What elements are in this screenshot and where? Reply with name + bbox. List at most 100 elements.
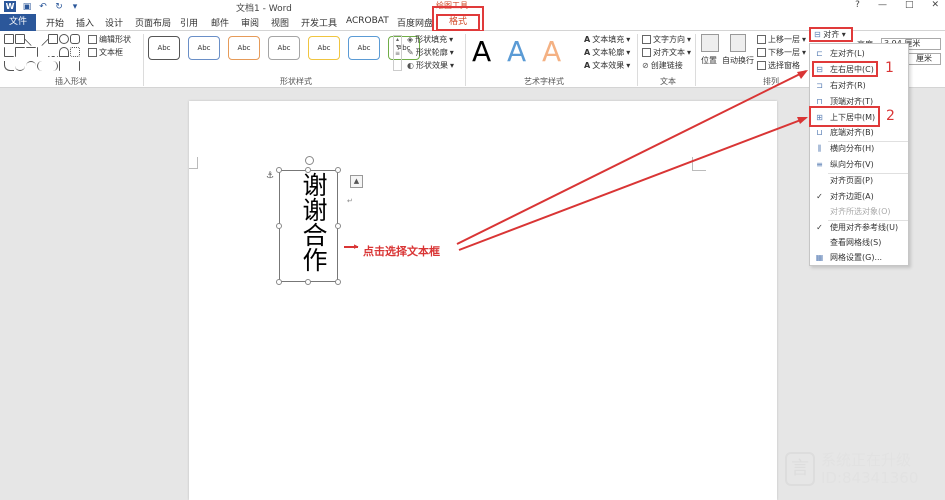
- align-right-icon: ⊐: [816, 81, 823, 90]
- save-icon[interactable]: ▣: [22, 2, 32, 12]
- shape-style-item[interactable]: Abc: [188, 36, 220, 60]
- resize-handle[interactable]: [276, 223, 282, 229]
- menu-item-distribute-vertical[interactable]: ≡ 纵向分布(V): [810, 157, 910, 172]
- triangle-shape-icon[interactable]: [4, 47, 14, 58]
- menu-item-align-to-page[interactable]: 对齐页面(P): [810, 173, 910, 188]
- redo-icon[interactable]: ↻: [54, 2, 64, 12]
- tab-insert[interactable]: 插入: [76, 16, 94, 29]
- arc-shape-icon[interactable]: [59, 47, 69, 58]
- selection-pane-button[interactable]: 选择窗格: [757, 60, 800, 71]
- layout-options-icon[interactable]: ▲: [350, 175, 363, 188]
- shape-styles-gallery[interactable]: Abc Abc Abc Abc Abc Abc Abc: [148, 36, 420, 60]
- wordart-style-black[interactable]: A: [472, 36, 491, 68]
- rectangle-shape-icon[interactable]: [4, 34, 14, 44]
- connector-shape-icon[interactable]: [26, 47, 36, 57]
- wordart-style-orange[interactable]: A: [542, 36, 561, 68]
- shape-style-item[interactable]: Abc: [148, 36, 180, 60]
- wrap-text-button[interactable]: 自动换行: [722, 55, 754, 66]
- shapes-gallery[interactable]: [4, 31, 84, 72]
- dashed-shape-icon[interactable]: [48, 47, 58, 58]
- resize-handle[interactable]: [276, 279, 282, 285]
- rounded-rect-shape-icon[interactable]: [70, 34, 80, 44]
- pen-icon: ✎: [407, 48, 414, 57]
- resize-handle[interactable]: [305, 167, 311, 173]
- brace-left-shape-icon[interactable]: [37, 60, 47, 71]
- tab-design[interactable]: 设计: [105, 16, 123, 29]
- text-direction-button[interactable]: 文字方向 ▾: [642, 34, 691, 45]
- minimize-button[interactable]: —: [878, 0, 887, 10]
- undo-icon[interactable]: ↶: [38, 2, 48, 12]
- shape-style-item[interactable]: Abc: [268, 36, 300, 60]
- text-outline-button[interactable]: A 文本轮廓 ▾: [584, 47, 630, 58]
- edit-shape-button[interactable]: 编辑形状: [88, 34, 131, 45]
- align-top-icon: ⊓: [816, 97, 823, 106]
- align-button[interactable]: ⊟ 对齐 ▾: [809, 27, 853, 42]
- arrow-shape-icon[interactable]: [34, 31, 50, 47]
- shape-outline-button[interactable]: ✎ 形状轮廓 ▾: [407, 47, 454, 58]
- wave-shape-icon[interactable]: [15, 61, 25, 71]
- tab-view[interactable]: 视图: [271, 16, 289, 29]
- maximize-button[interactable]: □: [905, 0, 914, 10]
- tab-references[interactable]: 引用: [180, 16, 198, 29]
- tab-review[interactable]: 审阅: [241, 16, 259, 29]
- text-fill-button[interactable]: A 文本填充 ▾: [584, 34, 630, 45]
- shape-fill-button[interactable]: ◈ 形状填充 ▾: [407, 34, 453, 45]
- tab-file[interactable]: 文件: [0, 14, 36, 31]
- align-text-button[interactable]: 对齐文本 ▾: [642, 47, 691, 58]
- tab-baidu-netdisk[interactable]: 百度网盘: [397, 16, 433, 29]
- watermark-line2: ID:84341360: [821, 469, 919, 487]
- wrap-text-icon[interactable]: [730, 34, 746, 52]
- resize-handle[interactable]: [335, 223, 341, 229]
- tab-page-layout[interactable]: 页面布局: [135, 16, 171, 29]
- document-title: 文档1 - Word: [236, 4, 292, 14]
- menu-item-align-to-margin[interactable]: ✓ 对齐边距(A): [810, 189, 910, 204]
- menu-item-grid-settings[interactable]: ▦ 网格设置(G)...: [810, 250, 910, 265]
- help-button[interactable]: ?: [855, 0, 860, 10]
- text-effects-icon: A: [584, 61, 591, 70]
- tab-mailings[interactable]: 邮件: [211, 16, 229, 29]
- frame-shape-icon[interactable]: [70, 47, 80, 58]
- document-page[interactable]: [189, 101, 777, 500]
- create-link-button[interactable]: ⊘ 创建链接: [642, 60, 683, 71]
- shape-styles-scroll[interactable]: ▴ ▾ ≡: [393, 35, 402, 71]
- wordart-style-blue[interactable]: A: [507, 36, 526, 68]
- shape-effects-button[interactable]: ◐ 形状效果 ▾: [407, 60, 454, 71]
- elbow-shape-icon[interactable]: [15, 47, 25, 58]
- shape-style-item[interactable]: Abc: [308, 36, 340, 60]
- menu-item-align-bottom[interactable]: ⊔ 底端对齐(B): [810, 125, 910, 140]
- position-icon[interactable]: [701, 34, 719, 52]
- menu-item-align-left[interactable]: ⊏ 左对齐(L): [810, 46, 910, 61]
- position-button[interactable]: 位置: [701, 55, 717, 66]
- send-backward-button[interactable]: 下移一层 ▾: [757, 47, 806, 58]
- tab-acrobat[interactable]: ACROBAT: [346, 16, 389, 26]
- oval-shape-icon[interactable]: [59, 34, 69, 44]
- brace-right-shape-icon[interactable]: [48, 60, 58, 71]
- text-box-button[interactable]: 文本框: [88, 47, 123, 58]
- resize-handle[interactable]: [335, 279, 341, 285]
- menu-item-distribute-horizontal[interactable]: ⫼ 横向分布(H): [810, 141, 910, 156]
- tab-developer[interactable]: 开发工具: [301, 16, 337, 29]
- tab-home[interactable]: 开始: [46, 16, 64, 29]
- menu-item-view-gridlines[interactable]: 查看网格线(S): [810, 235, 910, 250]
- freeform-shape-icon[interactable]: [26, 60, 36, 71]
- bracket-left-shape-icon[interactable]: [59, 60, 69, 71]
- close-button[interactable]: ✕: [931, 0, 939, 10]
- resize-handle[interactable]: [276, 167, 282, 173]
- bracket-right-shape-icon[interactable]: [70, 60, 80, 71]
- customize-qat-icon[interactable]: ▾: [70, 2, 80, 12]
- menu-item-align-right[interactable]: ⊐ 右对齐(R): [810, 78, 910, 93]
- text-effects-button[interactable]: A 文本效果 ▾: [584, 60, 630, 71]
- square-shape-icon[interactable]: [48, 34, 58, 44]
- bend-shape-icon[interactable]: [37, 47, 47, 58]
- shape-style-item[interactable]: Abc: [228, 36, 260, 60]
- resize-handle[interactable]: [335, 167, 341, 173]
- rotation-handle[interactable]: [305, 156, 314, 165]
- shape-style-item[interactable]: Abc: [348, 36, 380, 60]
- text-box-content[interactable]: 谢谢合作: [292, 172, 328, 272]
- link-icon: ⊘: [642, 61, 649, 70]
- menu-item-use-alignment-guides[interactable]: ✓ 使用对齐参考线(U): [810, 220, 910, 235]
- annotation-text: 点击选择文本框: [363, 245, 440, 258]
- curve-shape-icon[interactable]: [4, 60, 14, 71]
- bring-forward-button[interactable]: 上移一层 ▾: [757, 34, 806, 45]
- resize-handle[interactable]: [305, 279, 311, 285]
